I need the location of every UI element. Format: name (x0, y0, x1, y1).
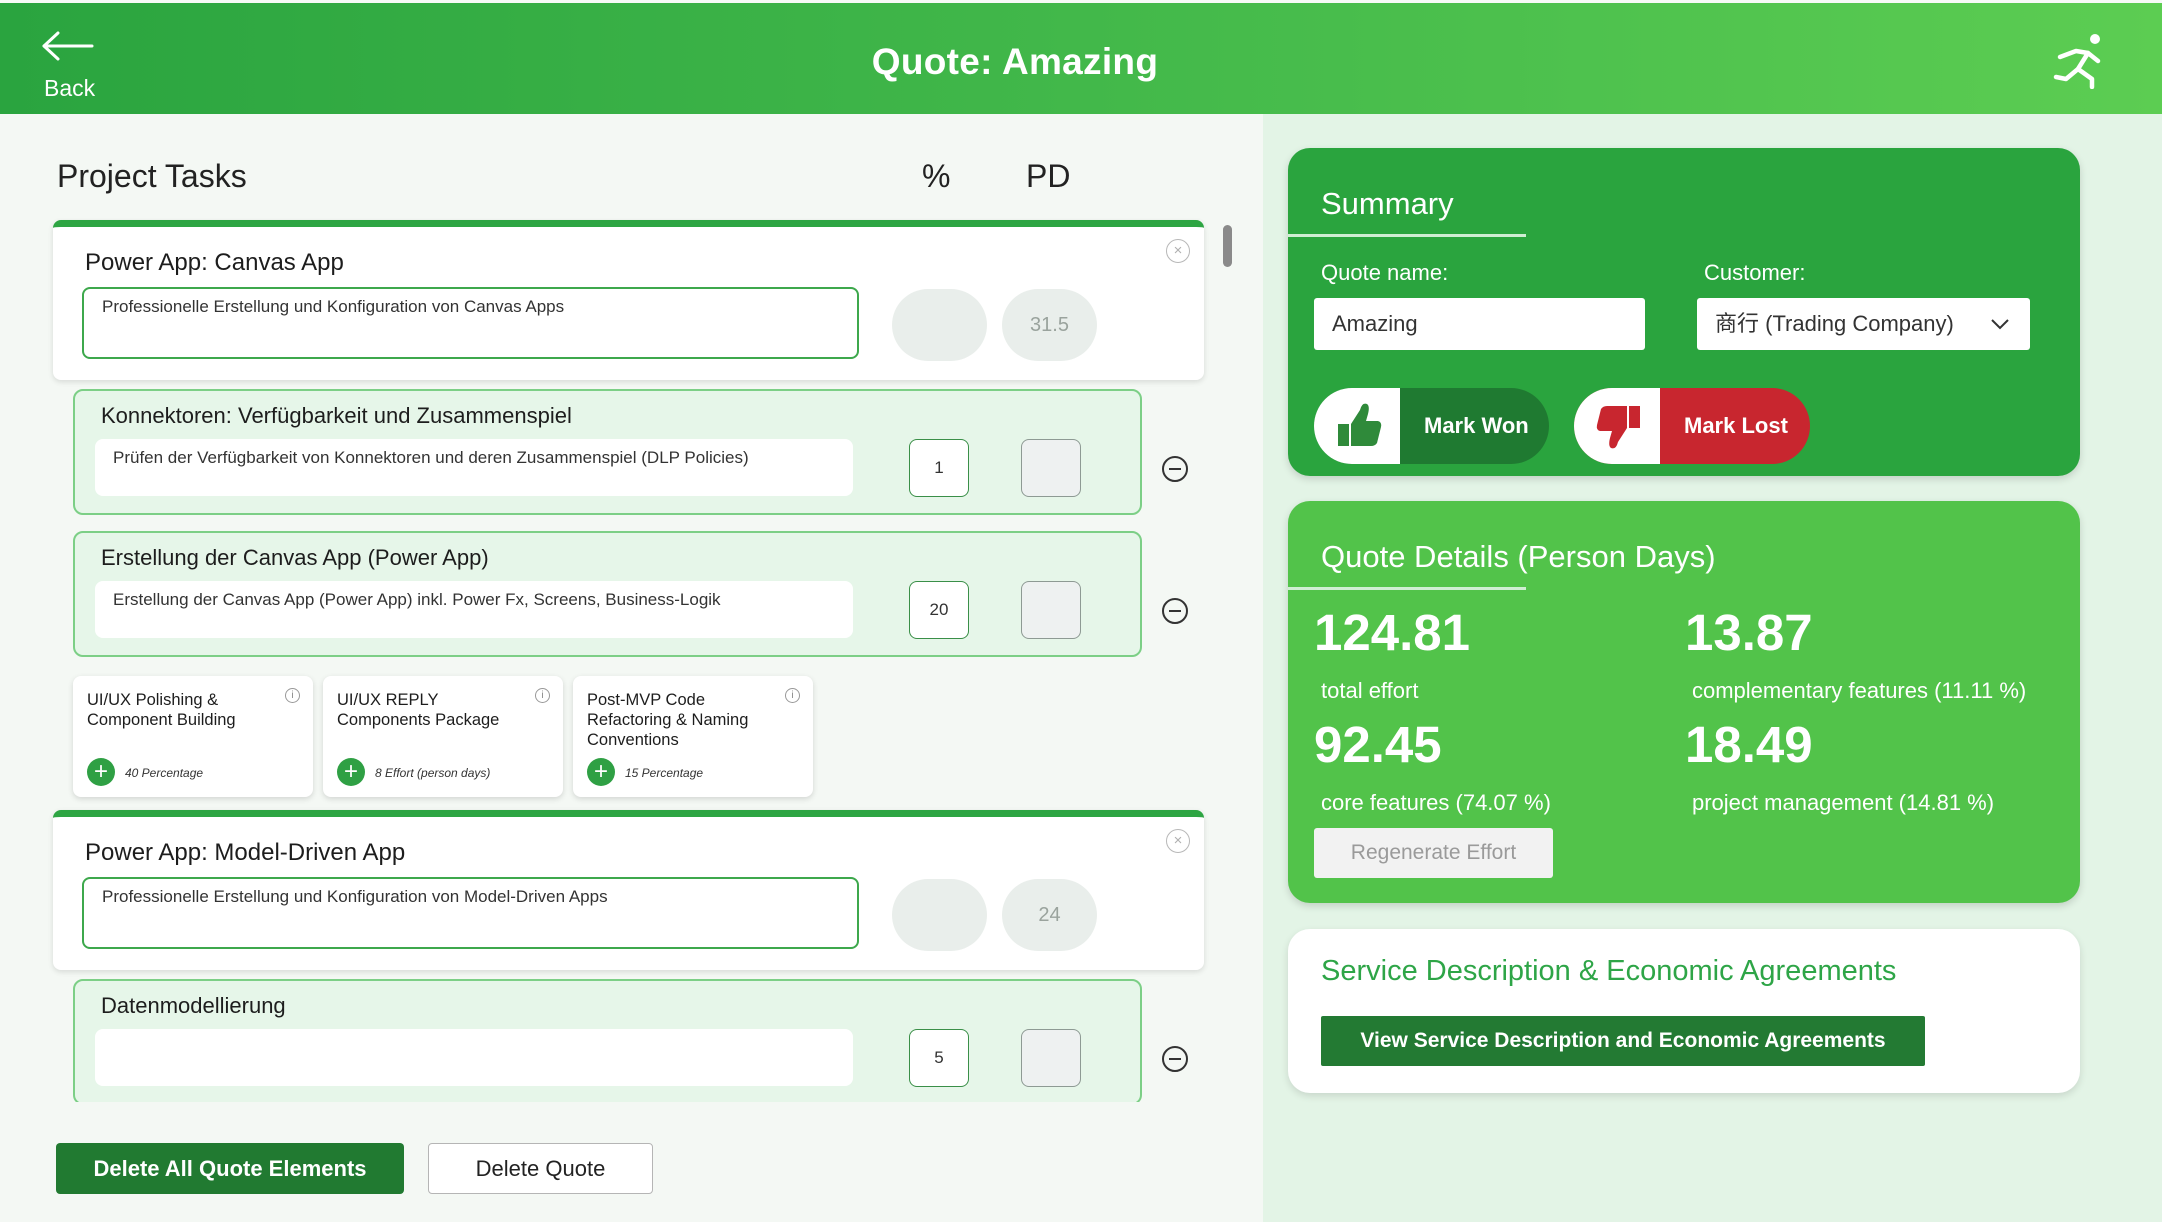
task-item-percent-input[interactable]: 20 (909, 581, 969, 639)
task-item-person-days-input[interactable] (1021, 439, 1081, 497)
percent-column-header: % (922, 158, 951, 194)
customer-selected-value: 商行 (Trading Company) (1715, 311, 1954, 336)
task-item-percent-input[interactable]: 1 (909, 439, 969, 497)
summary-card: Summary Quote name: Customer: Amazing 商行… (1288, 148, 2080, 476)
service-description-heading: Service Description & Economic Agreement… (1321, 955, 1897, 987)
task-item-card: Erstellung der Canvas App (Power App) Er… (73, 531, 1142, 657)
thumbs-down-icon (1596, 406, 1640, 449)
task-item-person-days-input[interactable] (1021, 1029, 1081, 1087)
task-item-card: Datenmodellierung 5 (73, 979, 1142, 1102)
task-item-card: Konnektoren: Verfügbarkeit und Zusammens… (73, 389, 1142, 515)
remove-task-icon[interactable] (1162, 598, 1188, 624)
task-item-description[interactable]: Erstellung der Canvas App (Power App) in… (95, 581, 853, 638)
quote-details-underline (1288, 587, 1526, 590)
task-group-percent (892, 879, 987, 951)
project-management-label: project management (14.81 %) (1692, 790, 1995, 815)
add-icon[interactable]: + (587, 758, 615, 786)
summary-heading: Summary (1321, 186, 1454, 221)
mark-lost-icon-wrap (1574, 388, 1660, 464)
delete-quote-button[interactable]: Delete Quote (428, 1143, 653, 1194)
remove-task-icon[interactable] (1162, 1046, 1188, 1072)
task-group-description[interactable]: Professionelle Erstellung und Konfigurat… (82, 287, 859, 359)
person-days-column-header: PD (1026, 158, 1071, 194)
total-effort-label: total effort (1321, 678, 1419, 703)
chevron-down-icon (1991, 319, 2009, 330)
task-item-title: Datenmodellierung (101, 993, 286, 1018)
task-group-person-days: 24 (1002, 879, 1097, 951)
task-group-card: Power App: Canvas App Professionelle Ers… (53, 220, 1204, 380)
mark-won-button[interactable]: Mark Won (1314, 388, 1549, 464)
mark-lost-button[interactable]: Mark Lost (1574, 388, 1810, 464)
regenerate-effort-button[interactable]: Regenerate Effort (1314, 828, 1553, 878)
core-features-label: core features (74.07 %) (1321, 790, 1551, 815)
core-features-value: 92.45 (1314, 716, 1442, 773)
app-header: Back Quote: Amazing (0, 3, 2162, 114)
suggestion-label: 40 Percentage (125, 766, 204, 780)
quote-details-card: Quote Details (Person Days) 124.81 total… (1288, 501, 2080, 903)
mark-won-icon-wrap (1314, 388, 1400, 464)
quote-name-input[interactable]: Amazing (1314, 298, 1645, 350)
suggestion-title: UI/UX REPLY Components Package (337, 691, 500, 729)
info-icon[interactable]: i (535, 688, 550, 703)
mark-lost-label: Mark Lost (1684, 413, 1788, 438)
project-management-value: 18.49 (1685, 716, 1813, 773)
service-description-card: Service Description & Economic Agreement… (1288, 929, 2080, 1093)
page-title: Quote: Amazing (871, 41, 1159, 82)
task-group-title: Power App: Canvas App (85, 249, 344, 276)
running-figure-icon (2053, 34, 2101, 89)
quote-name-label: Quote name: (1321, 260, 1449, 285)
suggestion-tile[interactable]: UI/UX Polishing & Component Building i +… (73, 676, 313, 797)
info-icon[interactable]: i (285, 688, 300, 703)
info-icon[interactable]: i (785, 688, 800, 703)
task-item-title: Erstellung der Canvas App (Power App) (101, 545, 489, 570)
suggestion-tile[interactable]: UI/UX REPLY Components Package i + 8 Eff… (323, 676, 563, 797)
suggestion-title: UI/UX Polishing & Component Building (87, 691, 236, 729)
mark-won-label: Mark Won (1424, 413, 1529, 438)
view-service-description-button[interactable]: View Service Description and Economic Ag… (1321, 1016, 1925, 1066)
add-icon[interactable]: + (337, 758, 365, 786)
suggestion-label: 8 Effort (person days) (375, 766, 491, 780)
tasks-list: Power App: Canvas App Professionelle Ers… (0, 218, 1240, 1102)
remove-task-icon[interactable] (1162, 456, 1188, 482)
complementary-features-value: 13.87 (1685, 604, 1813, 661)
task-item-percent-input[interactable]: 5 (909, 1029, 969, 1087)
add-icon[interactable]: + (87, 758, 115, 786)
task-group-card: Power App: Model-Driven App Professionel… (53, 810, 1204, 970)
delete-all-quote-elements-button[interactable]: Delete All Quote Elements (56, 1143, 404, 1194)
close-icon[interactable]: × (1166, 239, 1190, 263)
quote-details-heading: Quote Details (Person Days) (1321, 539, 1716, 574)
complementary-features-label: complementary features (11.11 %) (1692, 678, 2027, 703)
close-icon[interactable]: × (1166, 829, 1190, 853)
suggestion-tile[interactable]: Post-MVP Code Refactoring & Naming Conve… (573, 676, 813, 797)
task-group-description[interactable]: Professionelle Erstellung und Konfigurat… (82, 877, 859, 949)
customer-label: Customer: (1704, 260, 1806, 285)
task-item-description[interactable]: Prüfen der Verfügbarkeit von Konnektoren… (95, 439, 853, 496)
task-group-person-days: 31.5 (1002, 289, 1097, 361)
task-item-person-days-input[interactable] (1021, 581, 1081, 639)
task-group-percent (892, 289, 987, 361)
customer-dropdown[interactable]: 商行 (Trading Company) (1697, 298, 2030, 350)
project-tasks-heading: Project Tasks (57, 158, 247, 194)
task-item-description[interactable] (95, 1029, 853, 1086)
total-effort-value: 124.81 (1314, 604, 1470, 661)
task-item-title: Konnektoren: Verfügbarkeit und Zusammens… (101, 403, 572, 428)
summary-underline (1288, 234, 1526, 237)
suggestion-title: Post-MVP Code Refactoring & Naming Conve… (587, 691, 749, 749)
thumbs-up-icon (1338, 403, 1382, 446)
task-group-title: Power App: Model-Driven App (85, 839, 406, 866)
suggestion-label: 15 Percentage (625, 766, 704, 780)
